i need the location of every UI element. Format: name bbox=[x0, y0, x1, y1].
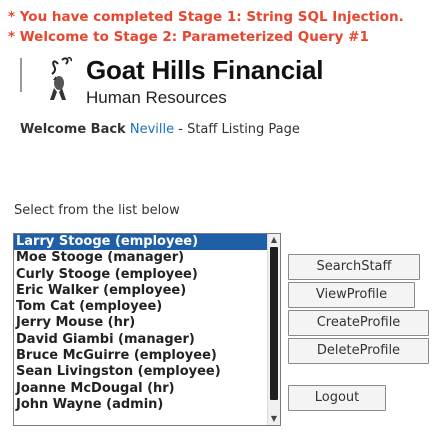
list-item[interactable]: Eric Walker (employee) bbox=[14, 283, 268, 299]
list-item[interactable]: Larry Stooge (employee) bbox=[14, 234, 268, 251]
welcome-suffix: - Staff Listing Page bbox=[174, 122, 300, 137]
delete-profile-button[interactable]: DeleteProfile bbox=[288, 338, 429, 364]
list-item[interactable]: David Giambi (manager) bbox=[14, 332, 268, 348]
goat-logo-icon bbox=[50, 57, 72, 100]
list-label: Select from the list below bbox=[14, 203, 180, 218]
search-staff-button[interactable]: SearchStaff bbox=[288, 254, 420, 280]
listbox-scrollbar[interactable]: ▲ ▼ bbox=[267, 234, 280, 425]
scroll-down-arrow-icon[interactable]: ▼ bbox=[268, 413, 280, 425]
scroll-up-arrow-icon[interactable]: ▲ bbox=[268, 234, 280, 246]
company-name: Goat Hills Financial bbox=[86, 55, 324, 85]
department-name: Human Resources bbox=[86, 88, 227, 107]
logout-button[interactable]: Logout bbox=[288, 385, 386, 411]
employee-list[interactable]: Larry Stooge (employee) Moe Stooge (manag… bbox=[14, 234, 268, 413]
header-divider bbox=[20, 58, 22, 92]
list-item[interactable]: John Wayne (admin) bbox=[14, 397, 268, 413]
list-item[interactable]: Joanne McDougal (hr) bbox=[14, 381, 268, 397]
list-item[interactable]: Moe Stooge (manager) bbox=[14, 250, 268, 266]
employee-listbox[interactable]: Larry Stooge (employee) Moe Stooge (manag… bbox=[13, 233, 281, 426]
create-profile-button[interactable]: CreateProfile bbox=[288, 310, 429, 336]
stage-complete-message: * You have completed Stage 1: String SQL… bbox=[8, 9, 404, 25]
list-item[interactable]: Bruce McGuirre (employee) bbox=[14, 348, 268, 364]
scroll-thumb[interactable] bbox=[270, 247, 278, 400]
view-profile-button[interactable]: ViewProfile bbox=[288, 282, 415, 308]
list-item[interactable]: Sean Livingston (employee) bbox=[14, 364, 268, 380]
user-name: Neville bbox=[129, 122, 175, 137]
welcome-line: Welcome Back Neville - Staff Listing Pag… bbox=[20, 122, 300, 137]
welcome-prefix: Welcome Back bbox=[20, 122, 126, 137]
list-item[interactable]: Tom Cat (employee) bbox=[14, 299, 268, 315]
list-item[interactable]: Curly Stooge (employee) bbox=[14, 267, 268, 283]
list-item[interactable]: Jerry Mouse (hr) bbox=[14, 315, 268, 331]
stage-welcome-message: * Welcome to Stage 2: Parameterized Quer… bbox=[8, 29, 369, 45]
